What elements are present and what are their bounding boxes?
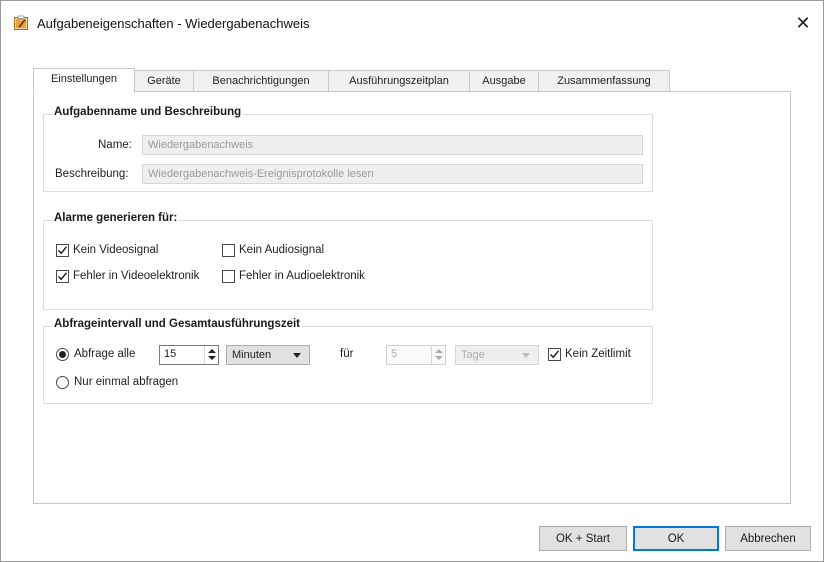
- poll-every-radio[interactable]: [56, 348, 69, 361]
- tab-einstellungen[interactable]: Einstellungen: [33, 68, 135, 93]
- window-title: Aufgabeneigenschaften - Wiedergabenachwe…: [37, 16, 310, 31]
- no-video-signal-label: Kein Videosignal: [73, 244, 159, 256]
- title-bar: Aufgabeneigenschaften - Wiedergabenachwe…: [1, 1, 823, 45]
- tab-ausfuehrungszeitplan[interactable]: Ausführungszeitplan: [328, 70, 470, 92]
- tab-ausgabe[interactable]: Ausgabe: [469, 70, 539, 92]
- tab-geraete[interactable]: Geräte: [134, 70, 194, 92]
- no-time-limit-checkbox[interactable]: [548, 348, 561, 361]
- duration-unit-dropdown[interactable]: Tage: [455, 345, 539, 365]
- interval-group-title: Abfrageintervall und Gesamtausführungsze…: [52, 318, 303, 330]
- tab-zusammenfassung[interactable]: Zusammenfassung: [538, 70, 670, 92]
- task-properties-icon: [13, 15, 29, 31]
- video-electronics-error-label: Fehler in Videoelektronik: [73, 270, 200, 282]
- cancel-button[interactable]: Abbrechen: [725, 526, 811, 551]
- audio-electronics-error-label: Fehler in Audioelektronik: [239, 270, 365, 282]
- poll-every-label: Abfrage alle: [74, 348, 136, 360]
- name-label: Name:: [98, 139, 132, 151]
- audio-electronics-error-checkbox[interactable]: [222, 270, 235, 283]
- spin-arrows-icon[interactable]: [431, 346, 445, 364]
- duration-value: 5: [391, 348, 398, 360]
- poll-once-radio[interactable]: [56, 376, 69, 389]
- ok-start-button[interactable]: OK + Start: [539, 526, 627, 551]
- poll-once-label: Nur einmal abfragen: [74, 376, 179, 388]
- name-field[interactable]: Wiedergabenachweis: [142, 135, 643, 155]
- description-label: Beschreibung:: [55, 168, 129, 180]
- checkmark-icon: [57, 246, 68, 255]
- no-video-signal-checkbox[interactable]: [56, 244, 69, 257]
- alarms-group-title: Alarme generieren für:: [52, 212, 180, 224]
- interval-value: 15: [164, 348, 177, 360]
- duration-spinner[interactable]: 5: [386, 345, 446, 365]
- tab-benachrichtigungen[interactable]: Benachrichtigungen: [193, 70, 329, 92]
- dialog-window: Aufgabeneigenschaften - Wiedergabenachwe…: [0, 0, 824, 562]
- interval-unit-value: Minuten: [232, 349, 272, 361]
- interval-group: Abfrageintervall und Gesamtausführungsze…: [43, 318, 653, 404]
- spin-arrows-icon[interactable]: [204, 346, 218, 364]
- task-name-group-title: Aufgabenname und Beschreibung: [52, 106, 244, 118]
- settings-panel: Aufgabenname und Beschreibung Name: Wied…: [33, 91, 791, 504]
- ok-button[interactable]: OK: [633, 526, 719, 551]
- no-time-limit-label: Kein Zeitlimit: [565, 348, 631, 360]
- chevron-down-icon: [522, 353, 530, 358]
- interval-unit-dropdown[interactable]: Minuten: [226, 345, 310, 365]
- video-electronics-error-checkbox[interactable]: [56, 270, 69, 283]
- no-audio-signal-checkbox[interactable]: [222, 244, 235, 257]
- interval-spinner[interactable]: 15: [159, 345, 219, 365]
- for-label: für: [340, 348, 354, 360]
- task-name-group: Aufgabenname und Beschreibung Name: Wied…: [43, 106, 653, 192]
- duration-unit-value: Tage: [461, 349, 485, 361]
- alarms-group: Alarme generieren für: Kein Videosignal …: [43, 212, 653, 310]
- close-icon[interactable]: ✕: [791, 11, 815, 35]
- description-field[interactable]: Wiedergabenachweis-Ereignisprotokolle le…: [142, 164, 643, 184]
- chevron-down-icon: [293, 353, 301, 358]
- checkmark-icon: [549, 350, 560, 359]
- no-audio-signal-label: Kein Audiosignal: [239, 244, 325, 256]
- checkmark-icon: [57, 272, 68, 281]
